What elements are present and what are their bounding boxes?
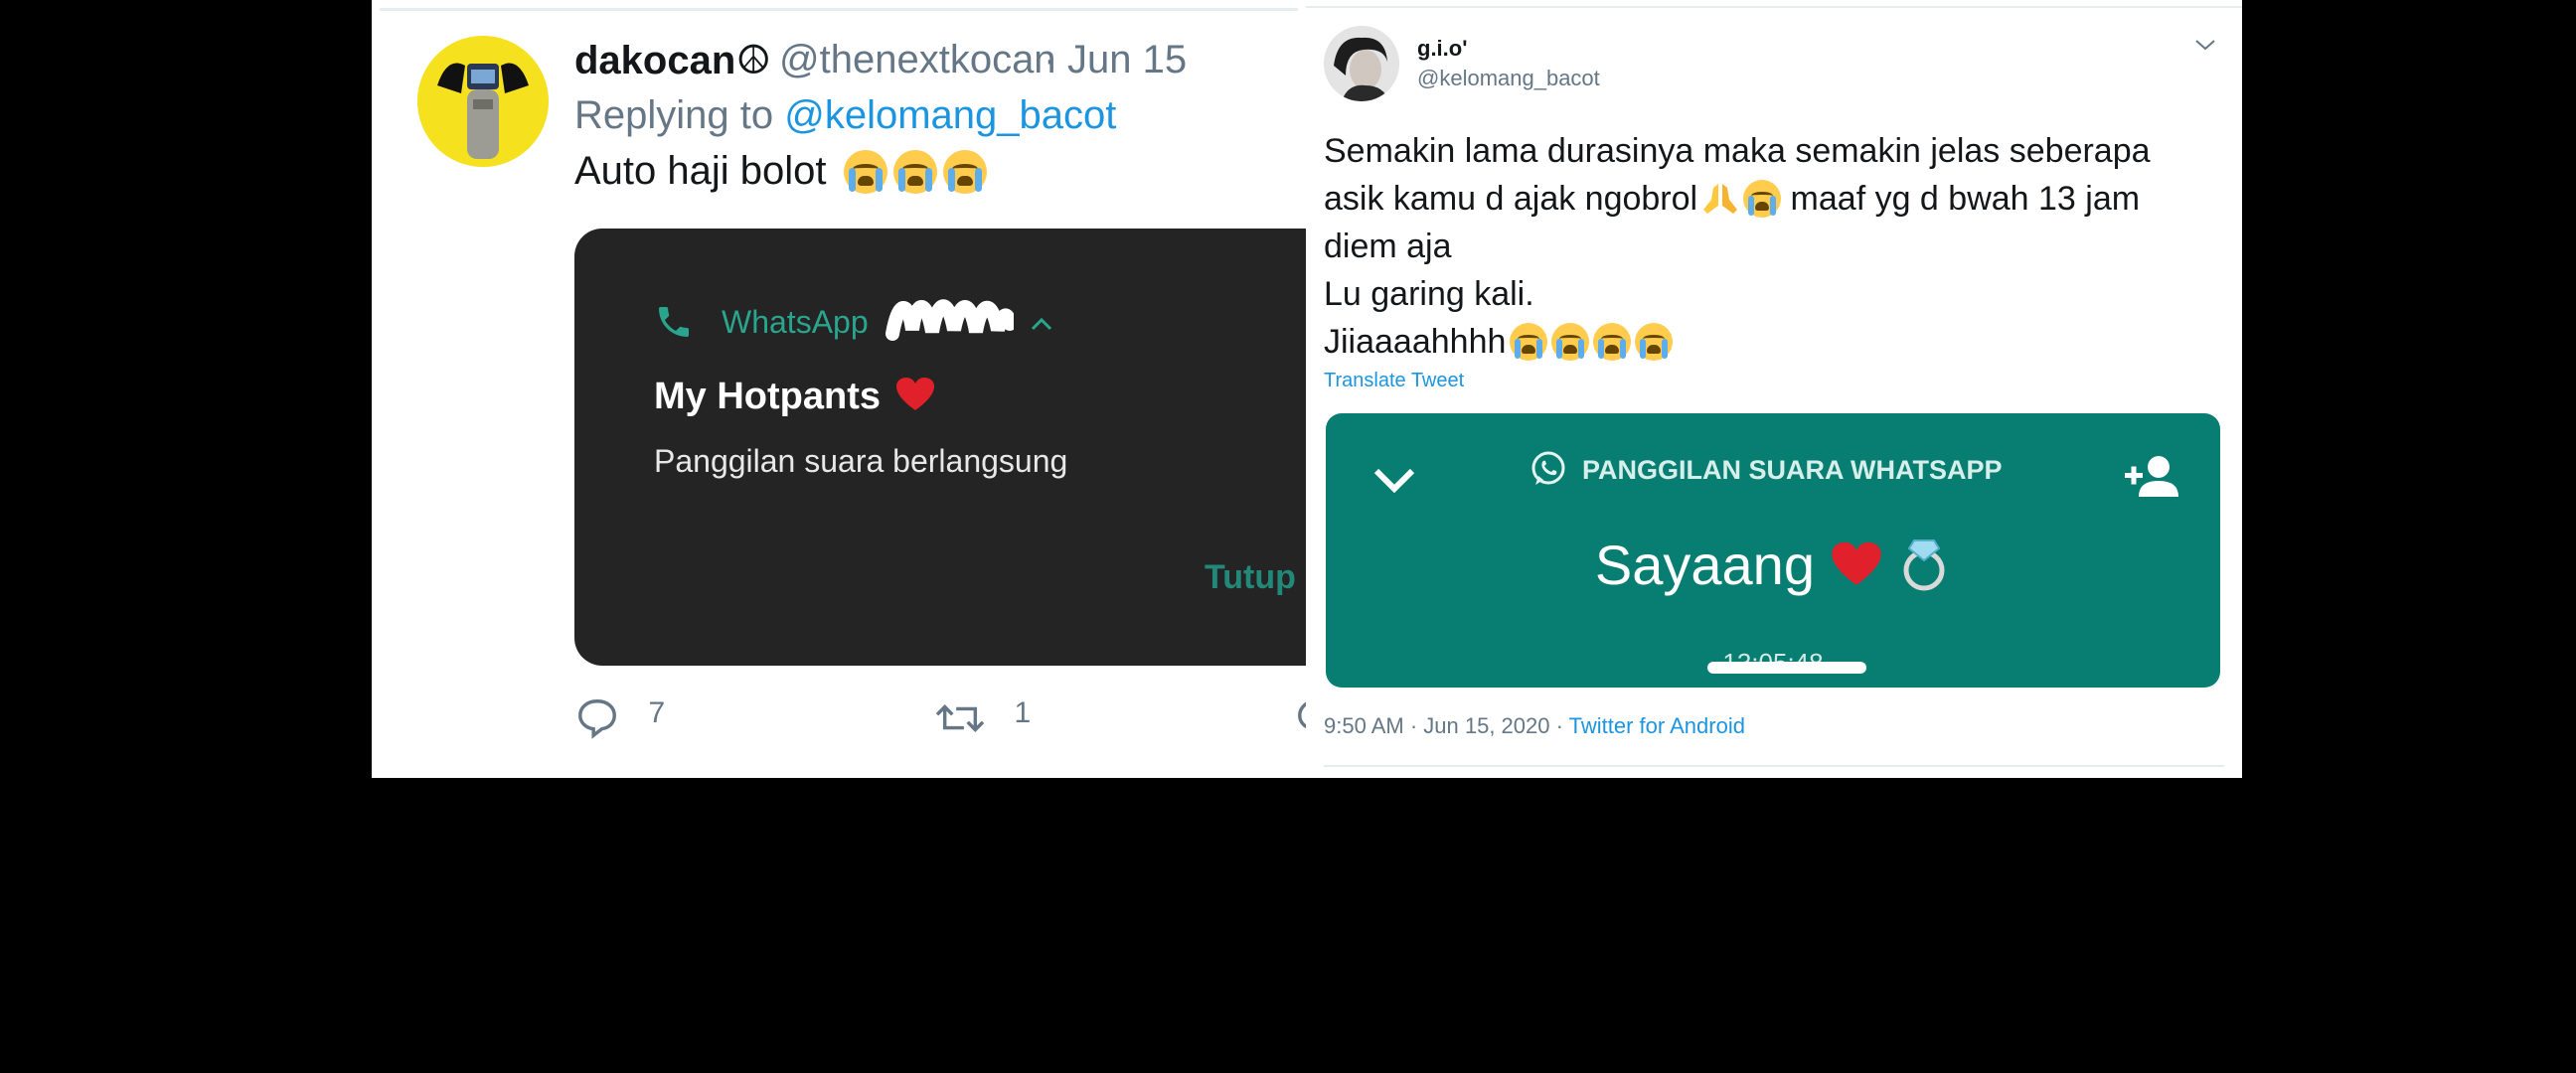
tweet-footer: 9:50 AM · Jun 15, 2020 · Twitter for And… (1324, 713, 1745, 739)
notification-screenshot[interactable]: WhatsApp My Hotpants Panggilan suara ber… (574, 229, 1306, 666)
phone-icon (659, 307, 689, 337)
heart-icon (895, 378, 934, 410)
avatar[interactable] (1324, 26, 1399, 101)
ring-icon (1903, 539, 1945, 591)
tweet-line: diem aja (1324, 228, 1452, 265)
reply-count: 7 (648, 696, 666, 730)
tweet-text-content: Auto haji bolot (574, 149, 827, 193)
avatar[interactable] (417, 36, 549, 167)
notification-subtitle: Panggilan suara berlangsung (654, 443, 1068, 479)
replying-to-link[interactable]: @kelomang_bacot (784, 93, 1116, 137)
divider (1306, 6, 2242, 8)
separator-dot: · (1044, 38, 1057, 81)
retweet-button[interactable]: 1 (934, 695, 1031, 741)
chevron-down-icon[interactable] (2194, 38, 2216, 52)
crying-face-icon (1551, 323, 1590, 361)
close-call-button[interactable]: Tutup (1205, 558, 1296, 597)
replying-to: Replying to @kelomang_bacot (574, 93, 1116, 138)
crying-face-icon (1743, 180, 1782, 218)
reply-icon (578, 699, 616, 739)
retweet-count: 1 (1014, 696, 1032, 730)
crying-face-icon (942, 150, 987, 194)
tweet-line: Semakin lama durasinya maka semakin jela… (1324, 132, 2151, 170)
heart-icon (1831, 541, 1881, 585)
tweet-source-link[interactable]: Twitter for Android (1569, 713, 1745, 738)
tweet-line: asik kamu d ajak ngobrol maaf yg d bwah … (1324, 180, 2141, 218)
like-button[interactable] (1294, 695, 1306, 741)
crying-face-icon (843, 150, 887, 194)
reply-button[interactable]: 7 (574, 695, 665, 741)
notification-title: My Hotpants (654, 376, 935, 418)
main-tweet-panel: g.i.o' @kelomang_bacot Semakin lama dura… (1306, 0, 2242, 778)
redaction-scribble (886, 299, 1014, 341)
add-user-icon (2125, 456, 2178, 497)
tweet-text: Semakin lama durasinya maka semakin jela… (1324, 127, 2238, 366)
user-handle[interactable]: @thenextkocan (779, 38, 1056, 82)
reply-tweet-panel: dakocan☮ @thenextkocan · Jun 15 Replying… (372, 0, 1306, 778)
praying-hands-icon (1703, 184, 1738, 214)
replying-prefix: Replying to (574, 93, 774, 137)
reply-icon (1298, 701, 1306, 729)
notification-app-label: WhatsApp (722, 304, 869, 340)
display-name[interactable]: g.i.o' (1417, 36, 1467, 62)
tweet-text: Auto haji bolot (574, 149, 987, 194)
display-name[interactable]: dakocan☮ (574, 38, 771, 83)
crying-face-icon (892, 150, 937, 194)
chevron-down-icon (1373, 468, 1415, 494)
callee-name-text: Sayaang (1594, 534, 1815, 596)
whatsapp-icon (1531, 451, 1565, 485)
tweet-line: Lu garing kali. (1324, 275, 1534, 313)
whatsapp-call-screenshot[interactable]: PANGGILAN SUARA WHATSAPP Sayaang 13:05:4… (1326, 413, 2220, 688)
user-handle[interactable]: @kelomang_bacot (1417, 66, 1600, 91)
tweet-date[interactable]: Jun 15 (1067, 38, 1187, 82)
tweet-timestamp[interactable]: 9:50 AM · Jun 15, 2020 · (1324, 713, 1563, 738)
tweet-line: Jiiaaaahhhh (1324, 318, 2238, 366)
chevron-up-icon[interactable] (1030, 316, 1053, 332)
divider (1324, 765, 2224, 767)
redaction-bar (1707, 662, 1866, 674)
divider (380, 8, 1298, 11)
notification-title-text: My Hotpants (654, 376, 881, 417)
crying-face-icon (1593, 323, 1632, 361)
callee-name: Sayaang (1326, 533, 2220, 597)
call-header: PANGGILAN SUARA WHATSAPP (1582, 455, 2003, 485)
translate-tweet-link[interactable]: Translate Tweet (1324, 370, 1464, 392)
retweet-icon (935, 704, 985, 732)
crying-face-icon (1510, 323, 1548, 361)
crying-face-icon (1635, 323, 1674, 361)
